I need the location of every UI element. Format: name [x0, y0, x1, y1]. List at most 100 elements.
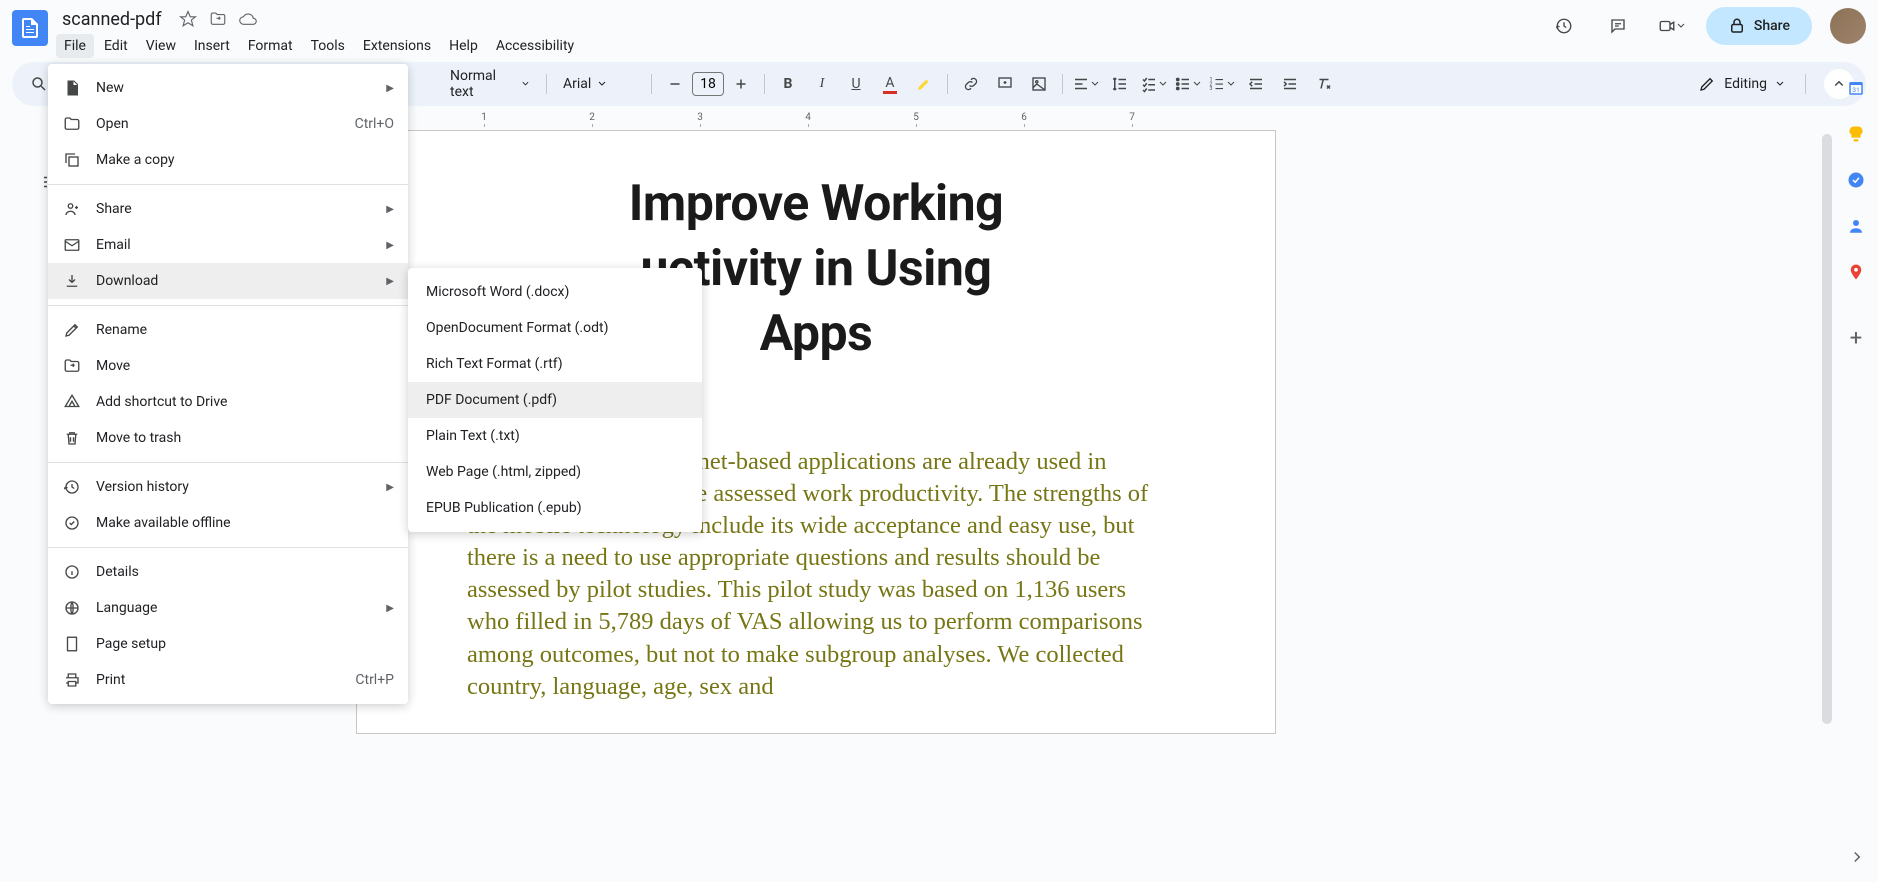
maps-app-icon[interactable] [1844, 260, 1868, 284]
trash-icon [62, 428, 82, 448]
calendar-app-icon[interactable]: 31 [1844, 76, 1868, 100]
checklist-button[interactable] [1139, 69, 1169, 99]
decrease-fontsize-button[interactable] [660, 69, 690, 99]
folder-icon [62, 114, 82, 134]
document-title[interactable]: scanned-pdf [56, 7, 168, 32]
contacts-app-icon[interactable] [1844, 214, 1868, 238]
move-icon [62, 356, 82, 376]
insert-image-button[interactable] [1024, 69, 1054, 99]
bullet-list-button[interactable] [1173, 69, 1203, 99]
menu-help[interactable]: Help [441, 34, 486, 58]
numbered-list-button[interactable]: 123 [1207, 69, 1237, 99]
document-icon [62, 78, 82, 98]
menu-item-trash[interactable]: Move to trash [48, 420, 408, 456]
cloud-status-icon[interactable] [238, 9, 258, 29]
menu-file[interactable]: File [56, 34, 94, 58]
increase-fontsize-button[interactable] [726, 69, 756, 99]
menu-item-offline[interactable]: Make available offline [48, 505, 408, 541]
line-spacing-button[interactable] [1105, 69, 1135, 99]
menu-item-email[interactable]: Email ▶ [48, 227, 408, 263]
menu-item-language[interactable]: Language ▶ [48, 590, 408, 626]
chevron-right-icon: ▶ [386, 482, 394, 493]
docs-logo[interactable] [12, 10, 48, 46]
text-color-button[interactable]: A [875, 69, 905, 99]
print-icon [62, 670, 82, 690]
align-button[interactable] [1071, 69, 1101, 99]
clear-formatting-button[interactable] [1309, 69, 1339, 99]
menu-format[interactable]: Format [240, 34, 301, 58]
user-avatar[interactable] [1830, 8, 1866, 44]
meet-icon[interactable] [1652, 6, 1692, 46]
bold-button[interactable]: B [773, 69, 803, 99]
menu-item-version-history[interactable]: Version history ▶ [48, 469, 408, 505]
info-icon [62, 562, 82, 582]
vertical-scrollbar[interactable] [1820, 134, 1834, 874]
underline-button[interactable]: U [841, 69, 871, 99]
history-icon [62, 477, 82, 497]
add-addon-button[interactable]: + [1840, 322, 1872, 354]
menu-extensions[interactable]: Extensions [355, 34, 439, 58]
chevron-right-icon: ▶ [386, 83, 394, 94]
svg-text:31: 31 [1852, 86, 1860, 94]
download-odt[interactable]: OpenDocument Format (.odt) [408, 310, 702, 346]
comments-icon[interactable] [1598, 6, 1638, 46]
fontsize-input[interactable] [692, 72, 724, 96]
hide-side-panel-button[interactable] [1848, 848, 1866, 870]
keep-app-icon[interactable] [1844, 122, 1868, 146]
menu-item-move[interactable]: Move [48, 348, 408, 384]
highlight-button[interactable] [909, 69, 939, 99]
file-menu: New ▶ Open Ctrl+O Make a copy Share ▶ Em… [48, 64, 408, 704]
menu-item-page-setup[interactable]: Page setup [48, 626, 408, 662]
download-html[interactable]: Web Page (.html, zipped) [408, 454, 702, 490]
tasks-app-icon[interactable] [1844, 168, 1868, 192]
menu-edit[interactable]: Edit [96, 34, 136, 58]
history-icon[interactable] [1544, 6, 1584, 46]
menu-accessibility[interactable]: Accessibility [488, 34, 582, 58]
copy-icon [62, 150, 82, 170]
chevron-right-icon: ▶ [386, 240, 394, 251]
download-docx[interactable]: Microsoft Word (.docx) [408, 274, 702, 310]
chevron-right-icon: ▶ [386, 204, 394, 215]
paragraph-style-select[interactable]: Normal text [442, 69, 538, 99]
menu-item-share[interactable]: Share ▶ [48, 191, 408, 227]
rename-icon [62, 320, 82, 340]
globe-icon [62, 598, 82, 618]
menu-item-open[interactable]: Open Ctrl+O [48, 106, 408, 142]
scrollbar-thumb[interactable] [1822, 134, 1832, 724]
insert-comment-button[interactable] [990, 69, 1020, 99]
menu-view[interactable]: View [138, 34, 184, 58]
italic-button[interactable]: I [807, 69, 837, 99]
page-icon [62, 634, 82, 654]
share-button[interactable]: Share [1706, 7, 1812, 45]
menu-insert[interactable]: Insert [186, 34, 238, 58]
menu-item-details[interactable]: Details [48, 554, 408, 590]
side-panel: 31 + [1834, 68, 1878, 882]
insert-link-button[interactable] [956, 69, 986, 99]
menu-item-add-shortcut[interactable]: Add shortcut to Drive [48, 384, 408, 420]
move-folder-icon[interactable] [208, 9, 228, 29]
person-add-icon [62, 199, 82, 219]
download-rtf[interactable]: Rich Text Format (.rtf) [408, 346, 702, 382]
horizontal-ruler[interactable]: 1 2 3 4 5 6 7 [355, 112, 1826, 130]
menu-item-print[interactable]: Print Ctrl+P [48, 662, 408, 698]
download-txt[interactable]: Plain Text (.txt) [408, 418, 702, 454]
menu-item-download[interactable]: Download ▶ [48, 263, 408, 299]
decrease-indent-button[interactable] [1241, 69, 1271, 99]
download-epub[interactable]: EPUB Publication (.epub) [408, 490, 702, 526]
download-pdf[interactable]: PDF Document (.pdf) [408, 382, 702, 418]
menu-item-rename[interactable]: Rename [48, 312, 408, 348]
menu-tools[interactable]: Tools [303, 34, 353, 58]
offline-icon [62, 513, 82, 533]
menubar: File Edit View Insert Format Tools Exten… [56, 34, 1544, 58]
increase-indent-button[interactable] [1275, 69, 1305, 99]
star-icon[interactable] [178, 9, 198, 29]
font-select[interactable]: Arial [555, 69, 643, 99]
menu-item-new[interactable]: New ▶ [48, 70, 408, 106]
menu-item-make-copy[interactable]: Make a copy [48, 142, 408, 178]
download-submenu: Microsoft Word (.docx) OpenDocument Form… [408, 268, 702, 532]
editing-mode-button[interactable]: Editing [1688, 69, 1795, 99]
chevron-right-icon: ▶ [386, 276, 394, 287]
chevron-right-icon: ▶ [386, 603, 394, 614]
email-icon [62, 235, 82, 255]
download-icon [62, 271, 82, 291]
